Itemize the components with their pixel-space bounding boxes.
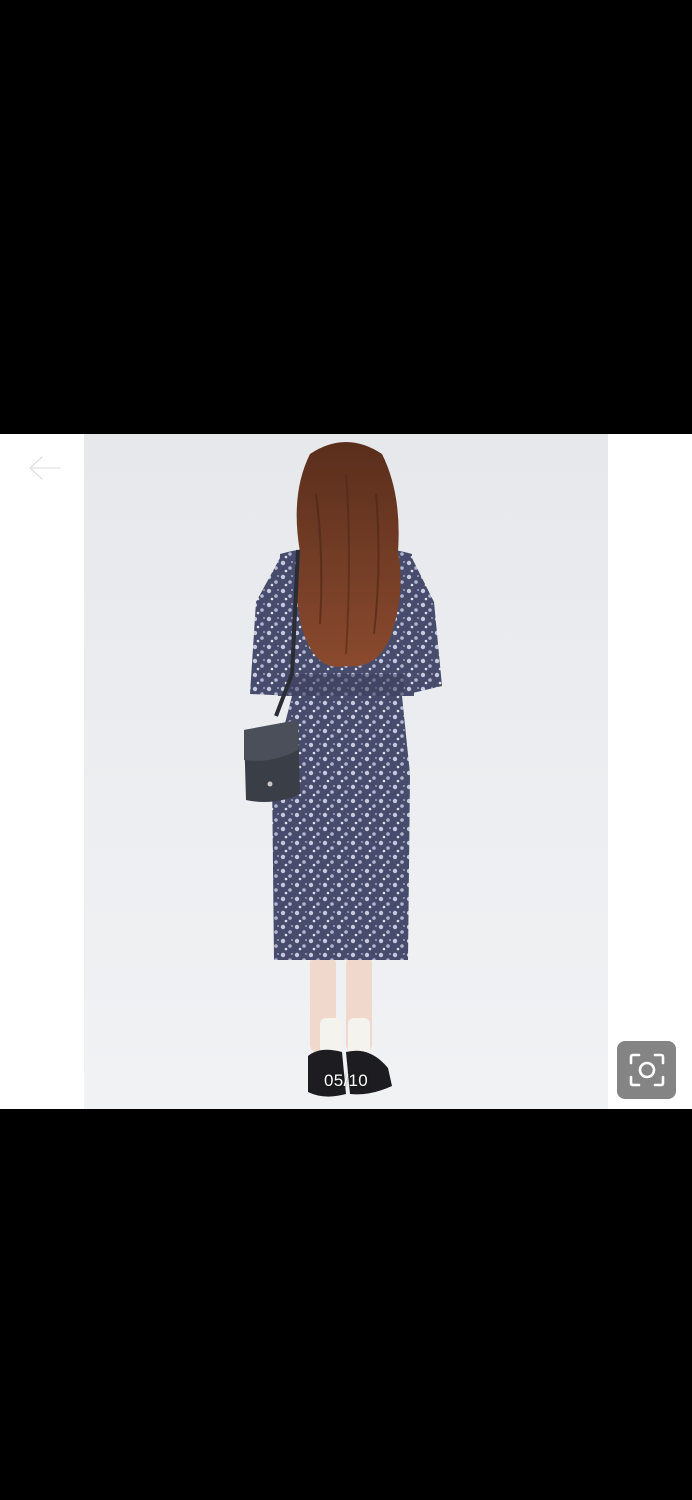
visual-search-button[interactable] <box>617 1041 676 1099</box>
back-button[interactable] <box>20 448 68 488</box>
image-counter: 05/10 <box>323 1071 369 1090</box>
arrow-left-icon <box>28 455 62 481</box>
image-viewer: 05/10 <box>0 0 692 1500</box>
scan-lens-icon <box>629 1053 664 1087</box>
model-illustration <box>244 442 442 1097</box>
product-photo[interactable] <box>84 434 608 1109</box>
photo-band: 05/10 <box>0 434 692 1109</box>
